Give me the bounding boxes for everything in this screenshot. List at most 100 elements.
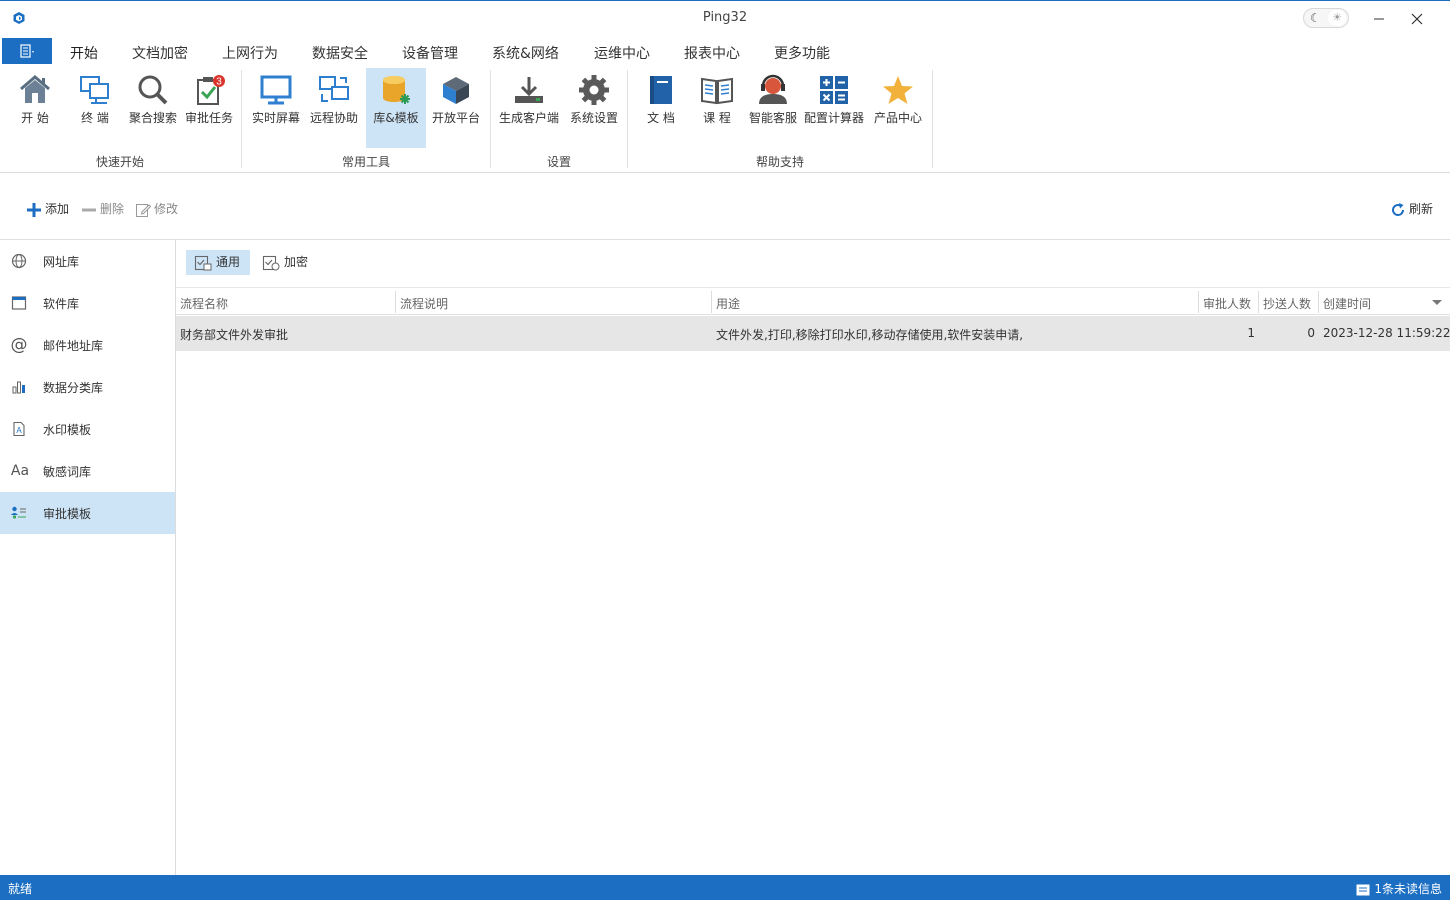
refresh-button[interactable]: 刷新: [1390, 200, 1433, 218]
database-icon: [383, 76, 410, 104]
ribbon-system-settings-button[interactable]: 系统设置: [566, 68, 622, 148]
tab-document-encryption[interactable]: 文档加密: [132, 43, 188, 63]
status-bar: 就绪 1条未读信息: [0, 875, 1450, 900]
font-icon: Aa: [10, 463, 30, 479]
cube-icon: [443, 77, 469, 104]
ribbon-group-help-support: 帮助支持: [755, 155, 804, 169]
ribbon-button-label: 聚合搜索: [128, 111, 177, 125]
tab-system-network[interactable]: 系统&网络: [492, 43, 559, 63]
ribbon-config-calculator-button[interactable]: 配置计算器: [802, 68, 866, 148]
column-divider[interactable]: [1318, 291, 1319, 313]
ribbon-library-template-button[interactable]: 库&模板: [366, 68, 426, 148]
sidebar-item-sensitive-words[interactable]: Aa 敏感词库: [0, 450, 175, 492]
refresh-icon: [1392, 202, 1405, 216]
close-icon: [1411, 13, 1423, 24]
ribbon-terminal-button[interactable]: 终 端: [68, 68, 122, 148]
ribbon-generate-client-button[interactable]: 生成客户端: [496, 68, 562, 148]
sidebar-item-url-library[interactable]: 网址库: [0, 240, 175, 282]
ribbon-group-quick-start: 快速开始: [95, 155, 144, 169]
add-button[interactable]: 添加: [26, 200, 69, 218]
cell-created-time: 2023-12-28 11:59:22: [1323, 326, 1450, 340]
tab-start[interactable]: 开始: [70, 43, 98, 69]
edit-label: 修改: [154, 202, 179, 216]
status-text: 就绪: [8, 882, 33, 896]
column-divider[interactable]: [1198, 291, 1199, 313]
minimize-button[interactable]: [1364, 5, 1394, 31]
unread-messages-label: 1条未读信息: [1374, 882, 1442, 896]
cell-approver-count: 1: [1247, 326, 1255, 340]
sidebar-item-software-library[interactable]: 软件库: [0, 282, 175, 324]
ribbon-group-divider: [241, 70, 242, 168]
column-header-cc-count[interactable]: 抄送人数: [1263, 295, 1311, 312]
column-header-process-name[interactable]: 流程名称: [180, 295, 228, 312]
tab-device-management[interactable]: 设备管理: [402, 43, 458, 63]
unread-messages-link[interactable]: 1条未读信息: [1356, 880, 1442, 897]
content-panel: 通用 加密 流程名称 流程说明 用途 审批人数 抄送人数 创建时间 财务部文件外…: [176, 240, 1450, 875]
star-icon: [883, 76, 913, 104]
column-header-approver-count[interactable]: 审批人数: [1203, 295, 1251, 312]
ribbon-button-label: 审批任务: [184, 111, 233, 125]
column-header-usage[interactable]: 用途: [716, 295, 740, 312]
minimize-icon: [1374, 18, 1384, 19]
theme-toggle[interactable]: ☾ ☀: [1303, 8, 1349, 28]
table-row[interactable]: 财务部文件外发审批 文件外发,打印,移除打印水印,移动存储使用,软件安装申请, …: [176, 316, 1450, 351]
ribbon-smart-support-button[interactable]: 智能客服: [746, 68, 800, 148]
subtab-encryption[interactable]: 加密: [254, 250, 318, 275]
column-header-process-description[interactable]: 流程说明: [400, 295, 448, 312]
ribbon-approval-task-button[interactable]: 3 审批任务: [182, 68, 236, 148]
ribbon-live-screen-button[interactable]: 实时屏幕: [248, 68, 304, 148]
file-menu-button[interactable]: [2, 38, 52, 64]
sidebar-item-label: 数据分类库: [43, 381, 104, 395]
ribbon-document-button[interactable]: 文 档: [634, 68, 688, 148]
sidebar-item-email-library[interactable]: @ 邮件地址库: [0, 324, 175, 366]
ribbon-button-label: 实时屏幕: [251, 111, 300, 125]
ribbon-open-platform-button[interactable]: 开放平台: [428, 68, 484, 148]
chart-icon: [12, 381, 25, 394]
sidebar-item-approval-template[interactable]: 审批模板: [0, 492, 175, 534]
tab-ops-center[interactable]: 运维中心: [594, 43, 650, 63]
ribbon-group-divider: [490, 70, 491, 168]
terminal-icon: [80, 76, 109, 104]
subtab-general[interactable]: 通用: [186, 250, 251, 275]
ribbon-button-label: 开放平台: [431, 111, 480, 125]
ribbon-button-label: 系统设置: [569, 111, 618, 125]
column-divider[interactable]: [711, 291, 712, 313]
remote-assist-icon: [319, 76, 349, 102]
ribbon-button-label: 课 程: [703, 111, 731, 125]
column-divider[interactable]: [1258, 291, 1259, 313]
ribbon-search-button[interactable]: 聚合搜索: [126, 68, 180, 148]
tab-internet-behavior[interactable]: 上网行为: [222, 43, 278, 63]
edit-button[interactable]: 修改: [135, 200, 178, 218]
tab-more-features[interactable]: 更多功能: [774, 43, 830, 63]
menu-bar: 开始 文档加密 上网行为 数据安全 设备管理 系统&网络 运维中心 报表中心 更…: [0, 36, 1450, 69]
message-icon: [1356, 884, 1370, 895]
ribbon-remote-assist-button[interactable]: 远程协助: [306, 68, 362, 148]
column-divider[interactable]: [395, 291, 396, 313]
delete-button[interactable]: 删除: [81, 200, 124, 218]
ribbon-button-label: 配置计算器: [803, 111, 864, 125]
cell-cc-count: 0: [1307, 326, 1315, 340]
table-header: 流程名称 流程说明 用途 审批人数 抄送人数 创建时间: [176, 287, 1450, 315]
tab-report-center[interactable]: 报表中心: [684, 43, 740, 63]
cell-usage: 文件外发,打印,移除打印水印,移动存储使用,软件安装申请,: [716, 328, 1024, 342]
column-header-created-time[interactable]: 创建时间: [1323, 295, 1371, 312]
ribbon-home-button[interactable]: 开 始: [8, 68, 62, 148]
ribbon-product-center-button[interactable]: 产品中心: [870, 68, 926, 148]
sort-desc-icon[interactable]: [1432, 300, 1442, 305]
ribbon-course-button[interactable]: 课 程: [690, 68, 744, 148]
search-icon: [138, 75, 168, 105]
general-template-icon: [194, 255, 212, 270]
book-icon: [650, 76, 672, 104]
download-icon: [515, 77, 543, 103]
sidebar-item-watermark-template[interactable]: A 水印模板: [0, 408, 175, 450]
sidebar-item-data-classification[interactable]: 数据分类库: [0, 366, 175, 408]
moon-icon: ☾: [1310, 11, 1321, 25]
ribbon-group-settings: 设置: [546, 155, 571, 169]
approval-template-icon: [11, 506, 26, 519]
gear-icon: [579, 75, 609, 105]
ribbon-button-label: 产品中心: [873, 111, 922, 125]
close-button[interactable]: [1402, 5, 1432, 31]
window-icon: [11, 296, 27, 310]
tab-data-security[interactable]: 数据安全: [312, 43, 368, 63]
sun-icon: ☀: [1328, 10, 1346, 26]
